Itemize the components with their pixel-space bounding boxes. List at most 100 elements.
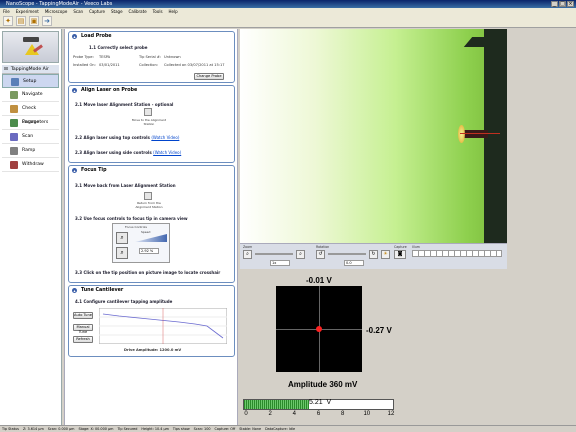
step-label: 4.1 Configure cantilever tapping amplitu… [75, 299, 173, 304]
probe-type-label: Probe Type: [73, 55, 94, 59]
status-bar: Tip Status Z: 3.614 µm Scan: 0.000 µm Stage… [0, 425, 576, 432]
collection-label: Collection: [139, 63, 158, 67]
speed-slider[interactable] [135, 234, 167, 242]
sum-value: 5.21 [309, 399, 323, 406]
zoom-slider[interactable] [255, 253, 293, 255]
rotate-right-icon[interactable]: ↻ [369, 250, 378, 259]
step-label: 1.1 Correctly select probe [89, 45, 148, 50]
save-icon[interactable]: ▣ [29, 16, 39, 26]
collapse-arrow-icon[interactable]: ▴ [72, 88, 77, 93]
menu-stage[interactable]: Stage [111, 8, 123, 15]
refresh-button[interactable]: Refresh [73, 336, 93, 343]
scan-icon [10, 133, 18, 141]
sidebar-item-navigate[interactable]: Navigate [2, 88, 59, 102]
menu-calibrate[interactable]: Calibrate [129, 8, 147, 15]
close-button[interactable]: × [567, 1, 574, 7]
probe-type-value: TESPA [99, 55, 111, 59]
return-station-label: Return from the Alignment Station [135, 201, 163, 209]
navigate-icon [10, 91, 18, 99]
focus-tip-section: ▴ Focus Tip 3.1 Move back from Laser Ali… [68, 165, 235, 283]
rotate-left-icon[interactable]: ↺ [316, 250, 325, 259]
menu-help[interactable]: Help [169, 8, 178, 15]
focus-tip-header: ▴ Focus Tip [69, 166, 234, 175]
tip-serial-value: Unknown [164, 55, 181, 59]
workflow-header [2, 31, 59, 63]
camera-controls: Zoom ⌕ ⌕ 1x Rotation ↺ ↻ 0.0 ☀ Capture ◙… [240, 243, 507, 269]
amplitude-label: Amplitude 360 mV [288, 380, 358, 389]
watch-video-link[interactable]: (Watch Video) [153, 150, 181, 155]
sidebar-item-check-parameters[interactable]: Check Parameters [2, 102, 59, 125]
laser-spot [458, 125, 465, 143]
setup-icon [11, 78, 19, 86]
tapping-mode-logo-icon [21, 37, 43, 57]
rotation-field[interactable]: 0.0 [344, 260, 364, 266]
rotation-slider[interactable] [328, 253, 366, 255]
minimize-button[interactable]: _ [551, 1, 558, 7]
installed-value: 03/01/2011 [99, 63, 120, 67]
sidebar-item-setup[interactable]: Setup [2, 74, 59, 88]
collapse-icon[interactable]: ⊟ [4, 65, 8, 74]
collapse-arrow-icon[interactable]: ▴ [72, 168, 77, 173]
workflow-sidebar: ⊟ TappingMode Air Setup Navigate Check P… [0, 29, 62, 425]
ramp-icon [10, 147, 18, 155]
sum-unit: V [326, 399, 332, 406]
installed-label: Installed On: [73, 63, 96, 67]
watch-video-link[interactable]: (Watch Video) [151, 135, 179, 140]
section-title: Align Laser on Probe [81, 88, 138, 93]
sum-scale-tick: 6 [316, 411, 321, 417]
menu-scan[interactable]: Scan [73, 8, 83, 15]
sum-scale-tick: 10 [363, 411, 371, 417]
crosshair [460, 133, 500, 134]
focus-down-button[interactable]: ⌕ [116, 247, 128, 259]
step-label: 3.1 Move back from Laser Alignment Stati… [75, 183, 176, 188]
status-field: Tips show [172, 427, 190, 431]
new-experiment-icon[interactable]: ✦ [3, 16, 13, 26]
tip-serial-label: Tip Serial #: [139, 55, 162, 59]
collapse-arrow-icon[interactable]: ▴ [72, 34, 77, 39]
step-label: 3.3 Click on the tip position on picture… [75, 270, 221, 275]
step-label: 2.2 Align laser using top controls (Watc… [75, 135, 179, 140]
open-folder-icon[interactable]: ▤ [16, 16, 26, 26]
illum-label: Illum [412, 245, 420, 249]
align-laser-header: ▴ Align Laser on Probe [69, 86, 234, 95]
section-title: Focus Tip [81, 168, 107, 173]
collapse-arrow-icon[interactable]: ▴ [72, 288, 77, 293]
auto-tune-button[interactable]: Auto Tune [73, 312, 93, 319]
sidebar-item-label: Ramp [22, 148, 36, 153]
change-probe-button[interactable]: Change Probe [194, 73, 224, 80]
speed-field[interactable]: 2.92 % [139, 248, 159, 254]
menu-capture[interactable]: Capture [89, 8, 105, 15]
step-label: 2.3 Align laser using side controls (Wat… [75, 150, 181, 155]
zoom-label: Zoom [243, 245, 253, 249]
return-station-icon[interactable] [144, 192, 152, 200]
sidebar-item-engage[interactable]: Engage [2, 116, 59, 130]
zoom-field[interactable]: 1x [270, 260, 290, 266]
arrow-icon[interactable]: ➜ [42, 16, 52, 26]
focus-up-button[interactable]: ⌕ [116, 232, 128, 244]
sum-signal-value: 5.21 V [309, 399, 331, 406]
sidebar-item-scan[interactable]: Scan [2, 130, 59, 144]
menu-microscope[interactable]: Microscope [45, 8, 68, 15]
menu-file[interactable]: File [3, 8, 10, 15]
zoom-out-icon[interactable]: ⌕ [243, 250, 252, 259]
menu-tools[interactable]: Tools [153, 8, 163, 15]
capture-camera-icon[interactable]: ◙ [394, 250, 406, 259]
illumination-scale[interactable] [412, 250, 502, 257]
manual-tune-button[interactable]: Manual Tune [73, 324, 93, 334]
drive-amplitude-label: Drive Amplitude: 1200.0 mV [124, 348, 182, 352]
detector-quadrant-display [276, 286, 362, 372]
zoom-in-icon[interactable]: ⌕ [296, 250, 305, 259]
horizontal-deflection-label: -0.27 V [366, 326, 392, 335]
tune-plot [99, 308, 227, 344]
illumination-icon[interactable]: ☀ [381, 250, 390, 259]
load-probe-section: ▴ Load Probe 1.1 Correctly select probe … [68, 31, 235, 83]
menu-experiment[interactable]: Experiment [16, 8, 39, 15]
menu-bar: File Experiment Microscope Scan Capture … [0, 8, 576, 15]
sidebar-item-ramp[interactable]: Ramp [2, 144, 59, 158]
maximize-button[interactable]: □ [559, 1, 566, 7]
camera-view[interactable] [240, 29, 507, 243]
alignment-station-icon[interactable] [144, 108, 152, 116]
sum-signal-meter: 5.21 V [243, 399, 394, 410]
sum-scale-tick: 4 [292, 411, 296, 417]
sidebar-item-withdraw[interactable]: Withdraw [2, 158, 59, 172]
